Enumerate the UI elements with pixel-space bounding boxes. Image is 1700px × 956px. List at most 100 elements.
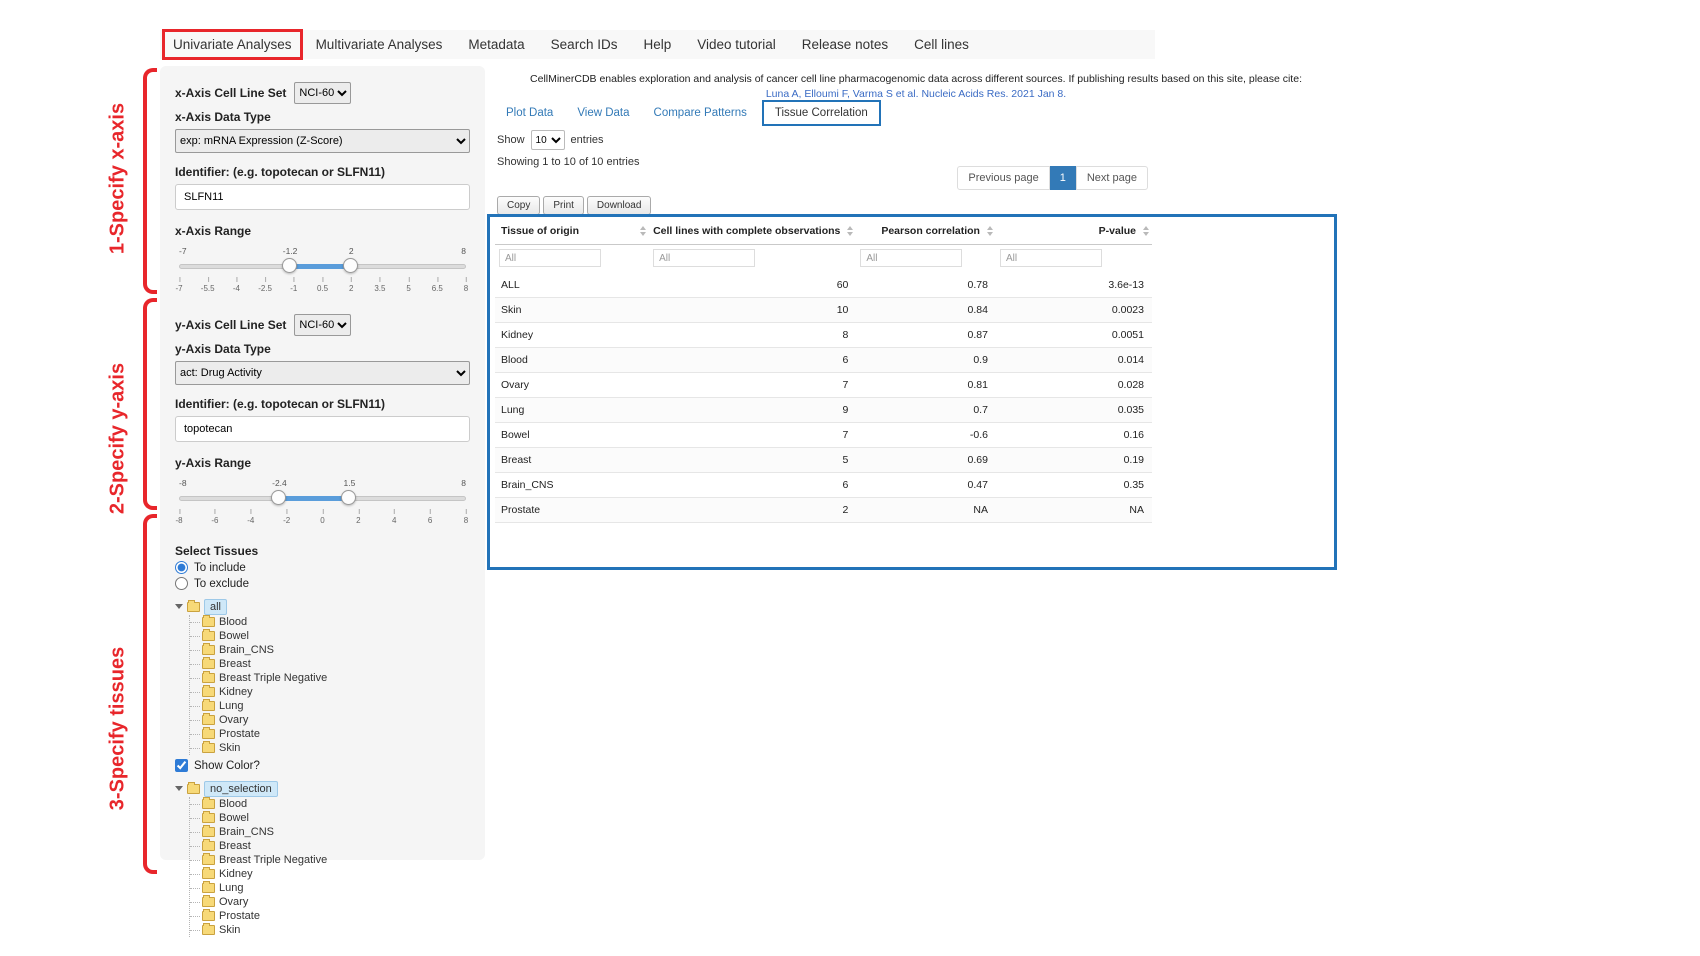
nav-metadata[interactable]: Metadata bbox=[455, 37, 537, 52]
folder-icon bbox=[202, 925, 215, 935]
x-data-type-select[interactable]: exp: mRNA Expression (Z-Score) bbox=[175, 129, 470, 153]
x-slider-handle-low[interactable] bbox=[282, 258, 297, 273]
x-axis-range-slider[interactable]: -7 8 -1.2 2 -7 -5.5 -4 -2.5 -1 0.5 2 3.5… bbox=[179, 242, 466, 300]
show-color-checkbox[interactable] bbox=[175, 759, 188, 772]
y-range-high-value: 1.5 bbox=[344, 478, 356, 488]
x-data-type-label: x-Axis Data Type bbox=[175, 110, 470, 124]
select-tissues-label: Select Tissues bbox=[175, 544, 470, 558]
color-tissue-item-prostate[interactable]: Prostate bbox=[202, 909, 470, 923]
sort-icon bbox=[987, 226, 993, 236]
chevron-down-icon[interactable] bbox=[175, 604, 183, 609]
y-range-label: y-Axis Range bbox=[175, 456, 470, 470]
tab-tissue-correlation[interactable]: Tissue Correlation bbox=[762, 100, 881, 126]
y-slider-handle-high[interactable] bbox=[341, 490, 356, 505]
tab-plot-data[interactable]: Plot Data bbox=[497, 101, 562, 125]
y-axis-range-slider[interactable]: -8 8 -2.4 1.5 -8 -6 -4 -2 0 2 4 6 8 bbox=[179, 474, 466, 532]
column-header-pearson-correlation[interactable]: Pearson correlation bbox=[856, 218, 996, 245]
tissue-item-bowel[interactable]: Bowel bbox=[202, 629, 470, 643]
citation-block: CellMinerCDB enables exploration and ana… bbox=[492, 72, 1340, 101]
tissue-item-kidney[interactable]: Kidney bbox=[202, 685, 470, 699]
folder-icon bbox=[202, 729, 215, 739]
tissue-item-prostate[interactable]: Prostate bbox=[202, 727, 470, 741]
nav-cell-lines[interactable]: Cell lines bbox=[901, 37, 982, 52]
filter-tissue-input[interactable] bbox=[499, 249, 601, 267]
page-1-button[interactable]: 1 bbox=[1050, 166, 1076, 190]
tissue-item-breast[interactable]: Breast bbox=[202, 657, 470, 671]
color-tissue-item-brain-cns[interactable]: Brain_CNS bbox=[202, 825, 470, 839]
tree-root-all[interactable]: all bbox=[175, 598, 470, 615]
folder-icon bbox=[202, 687, 215, 697]
tree-root-no-selection[interactable]: no_selection bbox=[175, 780, 470, 797]
table-row: Ovary70.810.028 bbox=[495, 373, 1152, 398]
table-filter-row bbox=[495, 245, 1152, 274]
tissue-item-breast-triple-negative[interactable]: Breast Triple Negative bbox=[202, 671, 470, 685]
tissues-exclude-radio[interactable] bbox=[175, 577, 188, 590]
show-color-label: Show Color? bbox=[194, 760, 260, 772]
filter-pvalue-input[interactable] bbox=[1000, 249, 1102, 267]
tab-compare-patterns[interactable]: Compare Patterns bbox=[645, 101, 756, 125]
y-cell-line-set-label: y-Axis Cell Line Set bbox=[175, 318, 286, 332]
column-header-cell-lines[interactable]: Cell lines with complete observations bbox=[649, 218, 856, 245]
analysis-tabs: Plot Data View Data Compare Patterns Tis… bbox=[497, 100, 881, 126]
tissues-include-radio[interactable] bbox=[175, 561, 188, 574]
y-range-low-value: -2.4 bbox=[272, 478, 287, 488]
folder-icon bbox=[202, 617, 215, 627]
folder-icon bbox=[202, 813, 215, 823]
x-slider-handle-high[interactable] bbox=[343, 258, 358, 273]
y-cell-line-set-select[interactable]: NCI-60 bbox=[294, 314, 351, 336]
y-slider-handle-low[interactable] bbox=[271, 490, 286, 505]
nav-multivariate-analyses[interactable]: Multivariate Analyses bbox=[303, 37, 456, 52]
folder-icon bbox=[202, 827, 215, 837]
x-cell-line-set-select[interactable]: NCI-60 bbox=[294, 82, 351, 104]
nav-video-tutorial[interactable]: Video tutorial bbox=[684, 37, 789, 52]
filter-cell-lines-input[interactable] bbox=[653, 249, 755, 267]
color-tissue-item-lung[interactable]: Lung bbox=[202, 881, 470, 895]
tissue-item-blood[interactable]: Blood bbox=[202, 615, 470, 629]
y-identifier-input[interactable] bbox=[175, 416, 470, 442]
color-tissue-item-blood[interactable]: Blood bbox=[202, 797, 470, 811]
table-header-row: Tissue of origin Cell lines with complet… bbox=[495, 218, 1152, 245]
tissue-item-skin[interactable]: Skin bbox=[202, 741, 470, 755]
nav-release-notes[interactable]: Release notes bbox=[789, 37, 901, 52]
tissue-item-lung[interactable]: Lung bbox=[202, 699, 470, 713]
folder-icon bbox=[202, 869, 215, 879]
copy-button[interactable]: Copy bbox=[497, 196, 540, 215]
color-tissue-item-bowel[interactable]: Bowel bbox=[202, 811, 470, 825]
folder-icon bbox=[202, 701, 215, 711]
nav-univariate-analyses[interactable]: Univariate Analyses bbox=[162, 29, 303, 60]
filter-pearson-input[interactable] bbox=[860, 249, 962, 267]
tissue-item-brain-cns[interactable]: Brain_CNS bbox=[202, 643, 470, 657]
y-identifier-label: Identifier: (e.g. topotecan or SLFN11) bbox=[175, 397, 470, 411]
folder-icon bbox=[202, 883, 215, 893]
x-range-max-label: 8 bbox=[461, 246, 466, 256]
folder-icon bbox=[187, 784, 200, 794]
entries-count-select[interactable]: 10 bbox=[531, 130, 565, 150]
previous-page-button[interactable]: Previous page bbox=[957, 166, 1049, 190]
color-tissue-item-kidney[interactable]: Kidney bbox=[202, 867, 470, 881]
tissue-item-ovary[interactable]: Ovary bbox=[202, 713, 470, 727]
tab-view-data[interactable]: View Data bbox=[568, 101, 638, 125]
nav-help[interactable]: Help bbox=[630, 37, 684, 52]
next-page-button[interactable]: Next page bbox=[1076, 166, 1148, 190]
sort-icon bbox=[1143, 226, 1149, 236]
color-tissue-item-breast[interactable]: Breast bbox=[202, 839, 470, 853]
color-tissue-item-ovary[interactable]: Ovary bbox=[202, 895, 470, 909]
column-header-tissue-of-origin[interactable]: Tissue of origin bbox=[495, 218, 649, 245]
print-button[interactable]: Print bbox=[543, 196, 584, 215]
color-tissue-item-breast-triple-negative[interactable]: Breast Triple Negative bbox=[202, 853, 470, 867]
download-button[interactable]: Download bbox=[587, 196, 651, 215]
show-label: Show bbox=[497, 134, 525, 146]
table-row: Breast50.690.19 bbox=[495, 448, 1152, 473]
y-data-type-select[interactable]: act: Drug Activity bbox=[175, 361, 470, 385]
color-tissue-item-skin[interactable]: Skin bbox=[202, 923, 470, 937]
tissue-tree-color: no_selection Blood Bowel Brain_CNS Breas… bbox=[175, 780, 470, 937]
x-identifier-input[interactable] bbox=[175, 184, 470, 210]
tissues-include-label: To include bbox=[194, 562, 246, 574]
table-row: Lung90.70.035 bbox=[495, 398, 1152, 423]
nav-search-ids[interactable]: Search IDs bbox=[538, 37, 631, 52]
column-header-p-value[interactable]: P-value bbox=[996, 218, 1152, 245]
entries-label: entries bbox=[571, 134, 604, 146]
folder-icon bbox=[202, 673, 215, 683]
chevron-down-icon[interactable] bbox=[175, 786, 183, 791]
annotation-step1-label: 1-Specify x-axis bbox=[107, 79, 130, 279]
